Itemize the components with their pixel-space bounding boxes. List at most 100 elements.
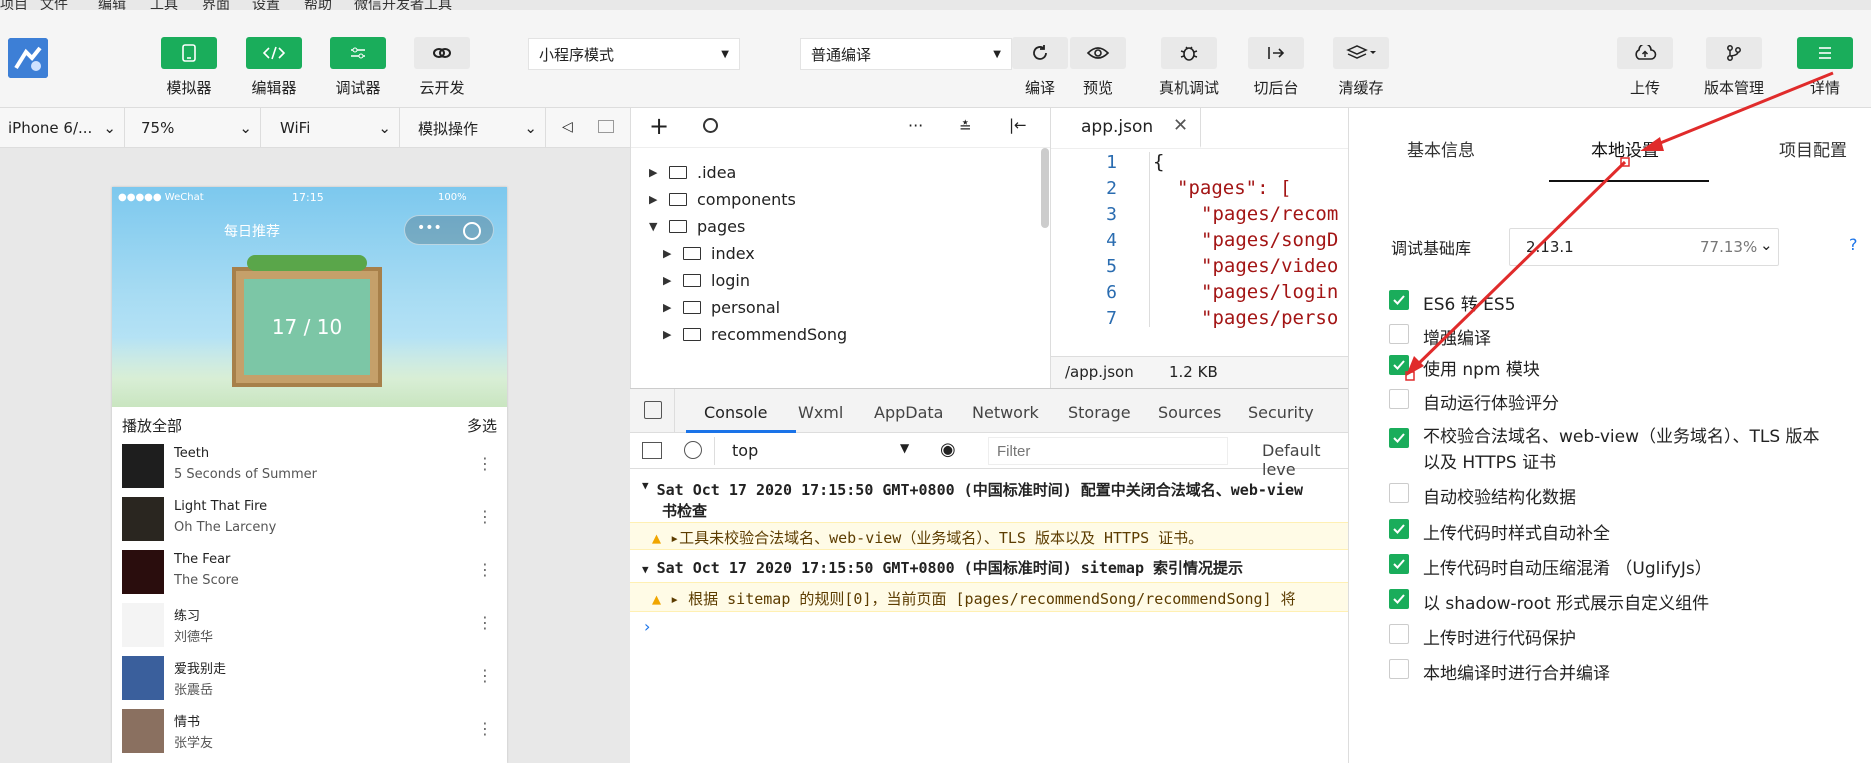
- context-select[interactable]: top: [732, 441, 758, 460]
- network-select[interactable]: WiFi ⌄: [272, 108, 400, 148]
- option-skip-domain-check[interactable]: 不校验合法域名、web-view（业务域名）、TLS 版本以及 HTTPS 证书: [1389, 424, 1829, 476]
- editor-button[interactable]: 编辑器: [246, 37, 302, 98]
- capsule-menu[interactable]: •••: [404, 215, 494, 245]
- checkbox-checked-icon[interactable]: [1389, 589, 1409, 609]
- checkbox-checked-icon[interactable]: [1389, 554, 1409, 574]
- list-item[interactable]: Teeth 5 Seconds of Summer ⋮: [112, 440, 507, 493]
- debugger-button[interactable]: 调试器: [330, 37, 386, 98]
- collapse-icon[interactable]: |←: [1009, 116, 1027, 134]
- inspect-icon[interactable]: [644, 401, 662, 419]
- compile-mode-select[interactable]: 普通编译 ▼: [800, 38, 1012, 70]
- option-auto-check-structured-data[interactable]: 自动校验结构化数据: [1389, 483, 1576, 508]
- list-item[interactable]: The Fear The Score ⋮: [112, 546, 507, 599]
- checkbox-checked-icon[interactable]: [1389, 519, 1409, 539]
- menu-settings[interactable]: 设置: [252, 0, 280, 10]
- tab-storage[interactable]: Storage: [1068, 403, 1131, 422]
- more-icon[interactable]: •••: [417, 220, 442, 236]
- more-vertical-icon[interactable]: ⋮: [477, 507, 493, 526]
- close-circle-icon[interactable]: [463, 222, 481, 240]
- more-vertical-icon[interactable]: ⋮: [477, 666, 493, 685]
- tree-folder-pages[interactable]: ▼ pages: [649, 217, 745, 236]
- tab-app-json[interactable]: app.json ✕: [1051, 108, 1201, 148]
- option-code-protect[interactable]: 上传时进行代码保护: [1389, 624, 1576, 649]
- tab-project-config[interactable]: 项目配置: [1779, 136, 1847, 161]
- menu-project[interactable]: 项目: [0, 0, 28, 10]
- option-es6-to-es5[interactable]: ES6 转 ES5: [1389, 290, 1516, 315]
- search-icon[interactable]: [703, 118, 718, 133]
- device-select[interactable]: iPhone 6/... ⌄: [0, 108, 125, 148]
- more-vertical-icon[interactable]: ⋮: [477, 560, 493, 579]
- menu-edit[interactable]: 编辑: [98, 0, 126, 10]
- clear-cache-button[interactable]: 清缓存: [1333, 37, 1389, 98]
- eye-icon[interactable]: ◉: [940, 439, 956, 460]
- upload-button[interactable]: 上传: [1617, 37, 1673, 98]
- more-vertical-icon[interactable]: ⋮: [477, 719, 493, 738]
- operation-select[interactable]: 模拟操作 ⌄: [410, 108, 546, 148]
- tree-folder-components[interactable]: ▶ components: [649, 190, 796, 209]
- list-item[interactable]: 爱我别走 张震岳 ⋮: [112, 652, 507, 705]
- tab-network[interactable]: Network: [972, 403, 1039, 422]
- menu-tools[interactable]: 工具: [150, 0, 178, 10]
- tree-folder-idea[interactable]: ▶ .idea: [649, 163, 736, 182]
- help-icon[interactable]: ?: [1849, 235, 1858, 254]
- tree-folder-personal[interactable]: ▶ personal: [663, 298, 780, 317]
- list-item[interactable]: 练习 刘德华 ⋮: [112, 599, 507, 652]
- switch-background-button[interactable]: 切后台: [1248, 37, 1304, 98]
- details-button[interactable]: 详情: [1797, 37, 1853, 98]
- preview-button[interactable]: 预览: [1070, 37, 1126, 98]
- menu-file[interactable]: 文件: [40, 0, 68, 10]
- add-icon[interactable]: +: [649, 112, 669, 140]
- tree-folder-login[interactable]: ▶ login: [663, 271, 750, 290]
- option-auto-audit[interactable]: 自动运行体验评分: [1389, 389, 1559, 414]
- tab-console[interactable]: Console: [704, 403, 768, 422]
- option-shadow-root[interactable]: 以 shadow-root 形式展示自定义组件: [1389, 589, 1709, 614]
- menu-help[interactable]: 帮助: [304, 0, 332, 10]
- option-style-autoprefix[interactable]: 上传代码时样式自动补全: [1389, 519, 1610, 544]
- tree-folder-index[interactable]: ▶ index: [663, 244, 755, 263]
- tab-sources[interactable]: Sources: [1158, 403, 1221, 422]
- levels-select[interactable]: Default leve: [1262, 441, 1348, 479]
- checkbox-checked-icon[interactable]: [1389, 428, 1409, 448]
- option-merge-compile[interactable]: 本地编译时进行合并编译: [1389, 659, 1610, 684]
- console-prompt-icon[interactable]: ›: [644, 617, 650, 636]
- remote-debug-button[interactable]: 真机调试: [1159, 37, 1219, 98]
- checkbox-unchecked-icon[interactable]: [1389, 389, 1409, 409]
- tab-local-settings[interactable]: 本地设置: [1591, 136, 1659, 161]
- tab-security[interactable]: Security: [1248, 403, 1314, 422]
- play-all-button[interactable]: 播放全部: [122, 415, 182, 436]
- checkbox-unchecked-icon[interactable]: [1389, 659, 1409, 679]
- simulator-button[interactable]: 模拟器: [161, 37, 217, 98]
- clear-console-icon[interactable]: [684, 441, 702, 459]
- sort-icon[interactable]: ≛: [959, 118, 972, 136]
- sidebar-toggle-icon[interactable]: [642, 442, 662, 459]
- more-vertical-icon[interactable]: ⋮: [477, 613, 493, 632]
- list-item[interactable]: 情书 张学友 ⋮: [112, 705, 507, 758]
- checkbox-checked-icon[interactable]: [1389, 290, 1409, 310]
- multi-select-button[interactable]: 多选: [467, 415, 497, 436]
- menu-interface[interactable]: 界面: [202, 0, 230, 10]
- more-vertical-icon[interactable]: ⋮: [477, 454, 493, 473]
- compile-button[interactable]: 编译: [1012, 37, 1068, 98]
- version-manage-button[interactable]: 版本管理: [1704, 37, 1764, 98]
- checkbox-unchecked-icon[interactable]: [1389, 624, 1409, 644]
- tree-folder-recommendsong[interactable]: ▶ recommendSong: [663, 325, 847, 344]
- more-icon[interactable]: ···: [908, 116, 923, 135]
- base-library-select[interactable]: 2.13.1 77.13% ⌄: [1509, 228, 1779, 266]
- cloud-dev-button[interactable]: 云开发: [414, 37, 470, 98]
- tab-appdata[interactable]: AppData: [874, 403, 943, 422]
- menu-wechat-devtools[interactable]: 微信开发者工具: [354, 0, 452, 10]
- zoom-select[interactable]: 75% ⌄: [133, 108, 261, 148]
- close-icon[interactable]: ✕: [1173, 115, 1188, 136]
- checkbox-unchecked-icon[interactable]: [1389, 483, 1409, 503]
- filter-input[interactable]: [988, 437, 1228, 465]
- scrollbar[interactable]: [1041, 148, 1049, 228]
- window-icon[interactable]: [598, 120, 614, 133]
- option-npm-module[interactable]: 使用 npm 模块: [1389, 355, 1540, 380]
- tab-wxml[interactable]: Wxml: [798, 403, 843, 422]
- tab-basic-info[interactable]: 基本信息: [1407, 136, 1475, 161]
- option-uglify[interactable]: 上传代码时自动压缩混淆 （UglifyJs）: [1389, 554, 1712, 579]
- list-item[interactable]: Light That Fire Oh The Larceny ⋮: [112, 493, 507, 546]
- mode-select[interactable]: 小程序模式 ▼: [528, 38, 740, 70]
- checkbox-checked-icon[interactable]: [1389, 355, 1409, 375]
- checkbox-unchecked-icon[interactable]: [1389, 324, 1409, 344]
